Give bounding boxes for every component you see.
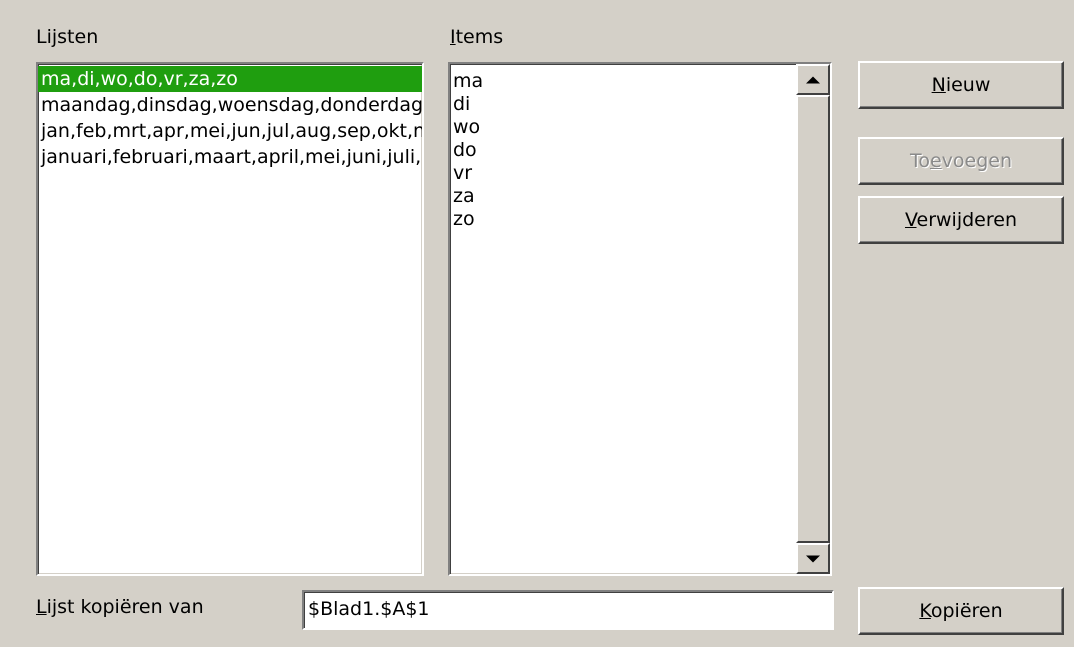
new-button[interactable]: Nieuw bbox=[858, 61, 1064, 109]
item-entry[interactable]: za bbox=[450, 185, 794, 208]
delete-button[interactable]: Verwijderen bbox=[858, 196, 1064, 244]
copy-from-label-text: Lijst kopiëren van bbox=[36, 596, 204, 618]
items-scrollbar[interactable] bbox=[796, 64, 830, 574]
item-entry[interactable]: di bbox=[450, 93, 794, 116]
copy-button[interactable]: Kopiëren bbox=[858, 587, 1064, 635]
items-label: Items bbox=[450, 26, 503, 48]
lists-listbox[interactable]: ma,di,wo,do,vr,za,zo maandag,dinsdag,woen… bbox=[36, 62, 424, 576]
add-button[interactable]: Toevoegen bbox=[858, 137, 1064, 185]
items-container: ma di wo do vr za zo bbox=[450, 64, 830, 231]
list-item[interactable]: januari,februari,maart,april,mei,juni,ju… bbox=[38, 144, 422, 170]
copy-button-label: Kopiëren bbox=[919, 600, 1003, 622]
items-label-text: Items bbox=[450, 26, 504, 48]
arrow-up-icon bbox=[806, 76, 820, 83]
sort-lists-dialog: Lijsten Items ma,di,wo,do,vr,za,zo maanda… bbox=[0, 0, 1074, 647]
item-entry[interactable]: wo bbox=[450, 116, 794, 139]
new-button-label: Nieuw bbox=[931, 74, 991, 96]
item-entry[interactable]: do bbox=[450, 139, 794, 162]
add-button-label: Toevoegen bbox=[909, 150, 1013, 172]
arrow-down-icon bbox=[806, 555, 820, 562]
item-entry[interactable]: vr bbox=[450, 162, 794, 185]
delete-button-label: Verwijderen bbox=[904, 209, 1017, 231]
scroll-up-button[interactable] bbox=[796, 64, 830, 95]
item-entry[interactable]: zo bbox=[450, 208, 794, 231]
lists-label: Lijsten bbox=[36, 26, 98, 48]
lists-container: ma,di,wo,do,vr,za,zo maandag,dinsdag,woen… bbox=[38, 64, 422, 170]
item-entry[interactable]: ma bbox=[450, 70, 794, 93]
copy-from-label: Lijst kopiëren van bbox=[36, 596, 204, 618]
list-item[interactable]: maandag,dinsdag,woensdag,donderdag,vrijd… bbox=[38, 92, 422, 118]
list-item[interactable]: jan,feb,mrt,apr,mei,jun,jul,aug,sep,okt,… bbox=[38, 118, 422, 144]
copy-from-field[interactable]: $Blad1.$A$1 bbox=[302, 590, 834, 630]
scroll-thumb[interactable] bbox=[796, 95, 830, 543]
list-item[interactable]: ma,di,wo,do,vr,za,zo bbox=[38, 66, 422, 92]
scroll-down-button[interactable] bbox=[796, 543, 830, 574]
lists-label-text: Lijsten bbox=[36, 26, 99, 48]
items-listbox[interactable]: ma di wo do vr za zo bbox=[448, 62, 832, 576]
